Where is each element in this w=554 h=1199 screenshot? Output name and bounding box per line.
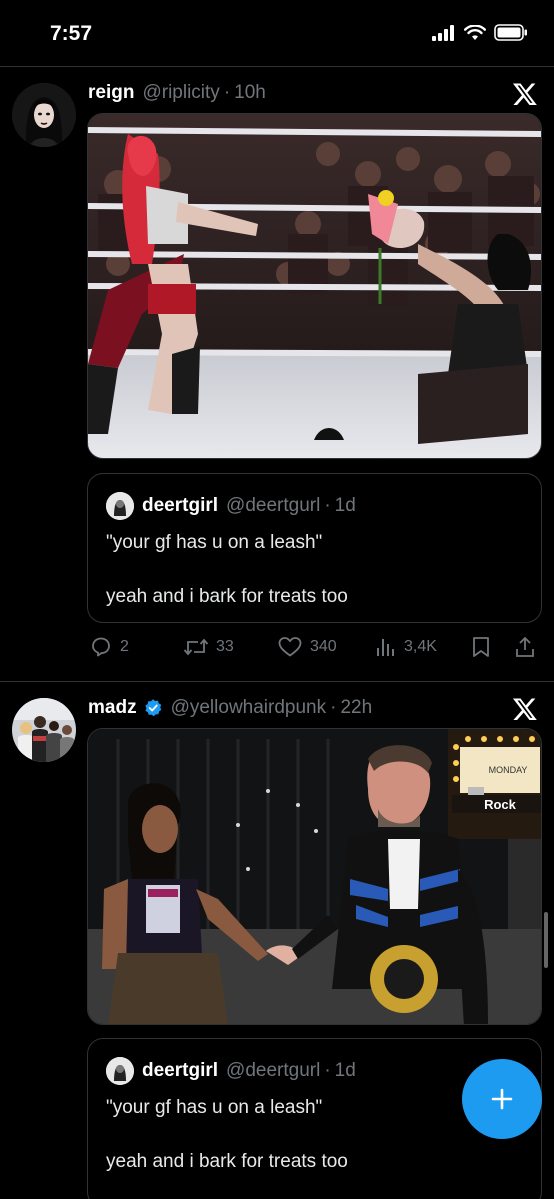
share-icon: [516, 636, 534, 657]
quoted-tweet[interactable]: deertgirl @deertgurl · 1d "your gf has u…: [87, 473, 542, 623]
like-icon: [278, 637, 302, 657]
compose-button[interactable]: [462, 1059, 542, 1139]
quoted-text-line: "your gf has u on a leash": [106, 532, 323, 553]
quoted-display-name: deertgirl: [142, 495, 219, 516]
avatar[interactable]: [12, 698, 76, 762]
quoted-handle: @deertgurl: [226, 495, 321, 516]
tweet-card[interactable]: reign @riplicity · 10h deertgirl @deertg…: [0, 67, 554, 681]
handle[interactable]: @yellowhairdpunk: [171, 697, 327, 719]
reply-count: 2: [120, 638, 129, 655]
quoted-timestamp: 1d: [334, 495, 356, 516]
quoted-timestamp: 1d: [334, 1060, 356, 1081]
separator-dot: ·: [330, 697, 337, 718]
like-count: 340: [310, 638, 337, 655]
quoted-text-line: yeah and i bark for treats too: [106, 1151, 348, 1172]
quoted-display-name: deertgirl: [142, 1060, 219, 1081]
handle[interactable]: @riplicity: [142, 82, 219, 104]
status-time: 7:57: [50, 22, 93, 45]
views-count: 3,4K: [404, 638, 437, 655]
tweet-media-image[interactable]: [87, 113, 542, 459]
quoted-avatar: [106, 1057, 134, 1085]
repost-icon: [183, 638, 209, 656]
tweet-header: reign @riplicity · 10h: [88, 79, 266, 107]
x-logo-icon[interactable]: [512, 81, 538, 107]
bookmark-icon: [473, 637, 489, 657]
media-sign-monday: MONDAY: [489, 765, 528, 775]
plus-icon: [491, 1088, 513, 1110]
scrollbar-thumb[interactable]: [544, 912, 548, 968]
avatar[interactable]: [12, 83, 76, 147]
display-name[interactable]: reign: [88, 82, 134, 104]
reply-button[interactable]: 2: [89, 635, 129, 659]
quoted-handle: @deertgurl: [226, 1060, 321, 1081]
separator-dot: ·: [223, 82, 231, 103]
timestamp[interactable]: 10h: [234, 82, 266, 104]
status-bar: 7:57: [0, 0, 554, 66]
separator-dot: ·: [324, 495, 331, 516]
like-button[interactable]: 340: [277, 635, 337, 659]
tweet-media-image[interactable]: MONDAY Rock: [87, 728, 542, 1025]
bookmark-button[interactable]: [470, 635, 492, 659]
timestamp[interactable]: 22h: [340, 697, 372, 719]
repost-button[interactable]: 33: [183, 635, 234, 659]
repost-count: 33: [216, 638, 234, 655]
signal-icon: [432, 24, 454, 41]
verified-icon: [144, 699, 161, 717]
quoted-avatar: [106, 492, 134, 520]
status-icons: [432, 24, 528, 41]
separator-dot: ·: [324, 1060, 331, 1081]
reply-icon: [92, 637, 110, 657]
media-sign-rock: Rock: [484, 797, 517, 812]
tweet-actions: 2 33 340 3,4K: [87, 635, 542, 665]
wifi-icon: [464, 24, 486, 40]
x-logo-icon[interactable]: [512, 696, 538, 722]
quoted-tweet-header: deertgirl @deertgurl · 1d: [106, 492, 356, 520]
quoted-text-line: "your gf has u on a leash": [106, 1097, 323, 1118]
tweet-header: madz @yellowhairdpunk · 22h: [88, 694, 372, 722]
battery-icon: [494, 24, 527, 41]
views-button[interactable]: 3,4K: [375, 635, 437, 659]
views-icon: [377, 639, 394, 656]
display-name[interactable]: madz: [88, 697, 137, 719]
quoted-tweet-header: deertgirl @deertgurl · 1d: [106, 1057, 356, 1085]
share-button[interactable]: [514, 635, 536, 659]
quoted-text-line: yeah and i bark for treats too: [106, 586, 348, 607]
